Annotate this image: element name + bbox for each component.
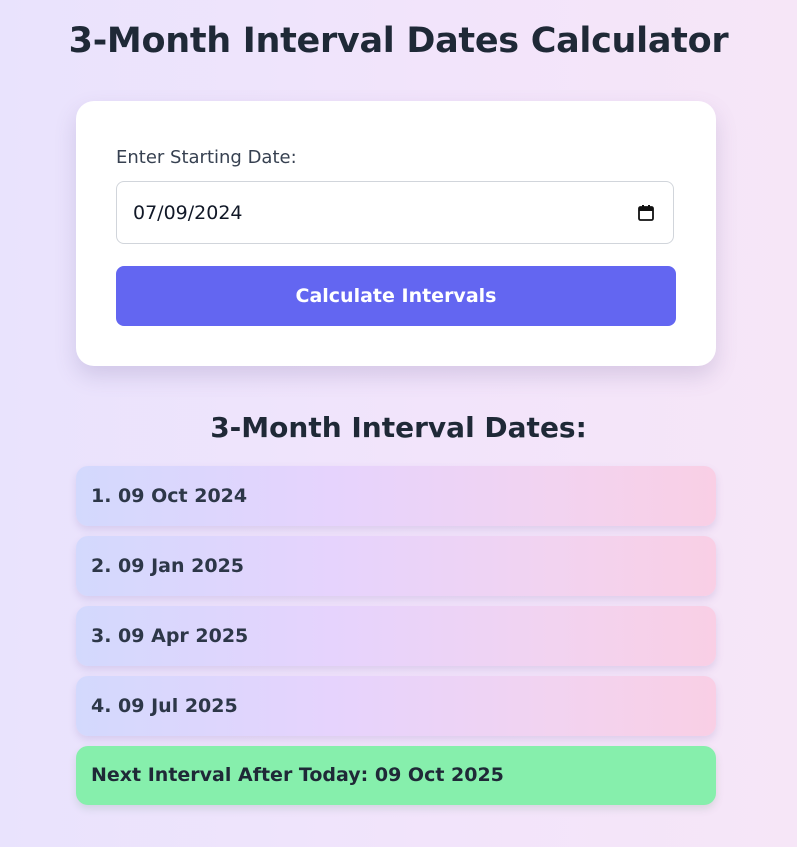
calculate-intervals-button[interactable]: Calculate Intervals [116,266,676,326]
results-heading: 3-Month Interval Dates: [210,411,587,444]
next-interval-banner: Next Interval After Today: 09 Oct 2025 [76,746,716,805]
start-date-label: Enter Starting Date: [116,147,297,168]
start-date-value[interactable]: 07/09/2024 [133,201,243,225]
interval-item-3: 3. 09 Apr 2025 [76,606,716,666]
date-form-card: Enter Starting Date: 07/09/2024 Calculat… [76,101,716,366]
interval-results-list: 1. 09 Oct 2024 2. 09 Jan 2025 3. 09 Apr … [76,466,716,746]
interval-item-1: 1. 09 Oct 2024 [76,466,716,526]
interval-item-4: 4. 09 Jul 2025 [76,676,716,736]
page-title: 3-Month Interval Dates Calculator [68,21,729,61]
start-date-input[interactable]: 07/09/2024 [116,181,674,244]
calendar-icon[interactable] [637,204,655,222]
interval-item-2: 2. 09 Jan 2025 [76,536,716,596]
